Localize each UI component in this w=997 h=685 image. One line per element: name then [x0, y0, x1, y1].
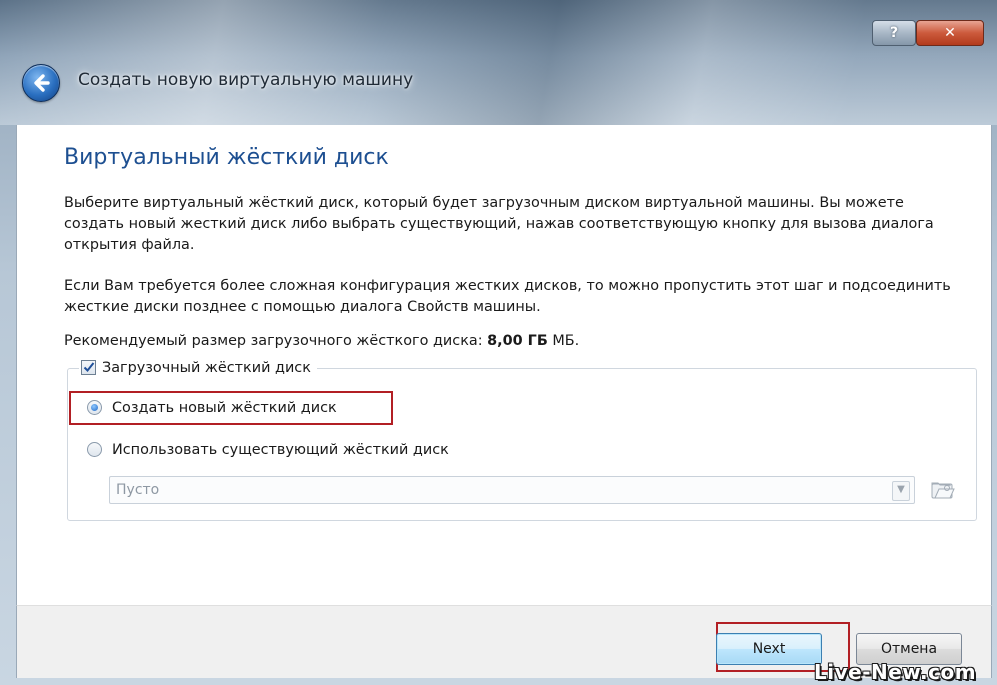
- help-button[interactable]: ?: [872, 20, 916, 46]
- recommended-size-suffix: МБ.: [552, 333, 580, 349]
- boot-disk-checkbox-label: Загрузочный жёсткий диск: [102, 360, 311, 376]
- advanced-config-paragraph: Если Вам требуется более сложная конфигу…: [64, 278, 951, 315]
- close-button[interactable]: ✕: [916, 20, 984, 46]
- boot-disk-checkbox[interactable]: Загрузочный жёсткий диск: [79, 357, 317, 379]
- checkbox-box[interactable]: [81, 360, 96, 375]
- wizard-content: Виртуальный жёсткий диск Выберите виртуа…: [16, 125, 992, 605]
- recommended-size-text: Рекомендуемый размер загрузочного жёстко…: [64, 331, 964, 352]
- chevron-down-icon[interactable]: ▼: [892, 481, 910, 501]
- window-title: Создать новую виртуальную машину: [78, 70, 414, 90]
- folder-open-icon: [931, 482, 955, 499]
- watermark-text: Live-New.com: [814, 660, 977, 684]
- recommended-size-value: 8,00 ГБ: [487, 333, 548, 349]
- back-button[interactable]: [22, 64, 60, 102]
- description-paragraph: Выберите виртуальный жёсткий диск, котор…: [64, 195, 934, 253]
- create-new-disk-radio[interactable]: [87, 400, 102, 415]
- checkmark-icon: [83, 362, 95, 372]
- existing-disk-select[interactable]: Пусто ▼: [109, 476, 915, 504]
- create-new-disk-label: Создать новый жёсткий диск: [112, 400, 337, 416]
- next-button[interactable]: Next: [716, 633, 822, 665]
- choose-disk-file-button[interactable]: [929, 476, 957, 504]
- close-icon: ✕: [944, 25, 956, 41]
- help-icon: ?: [889, 25, 899, 41]
- back-arrow-icon: [34, 74, 50, 92]
- use-existing-disk-option[interactable]: Использовать существующий жёсткий диск: [87, 439, 449, 461]
- use-existing-disk-label: Использовать существующий жёсткий диск: [112, 442, 449, 458]
- title-bar: Создать новую виртуальную машину ? ✕: [0, 0, 997, 125]
- existing-disk-select-value: Пусто: [116, 482, 160, 498]
- use-existing-disk-radio[interactable]: [87, 442, 102, 457]
- create-new-disk-option[interactable]: Создать новый жёсткий диск: [87, 397, 337, 419]
- recommended-size-prefix: Рекомендуемый размер загрузочного жёстко…: [64, 333, 483, 349]
- page-heading: Виртуальный жёсткий диск: [64, 145, 389, 170]
- wizard-window: Создать новую виртуальную машину ? ✕ Вир…: [0, 0, 997, 685]
